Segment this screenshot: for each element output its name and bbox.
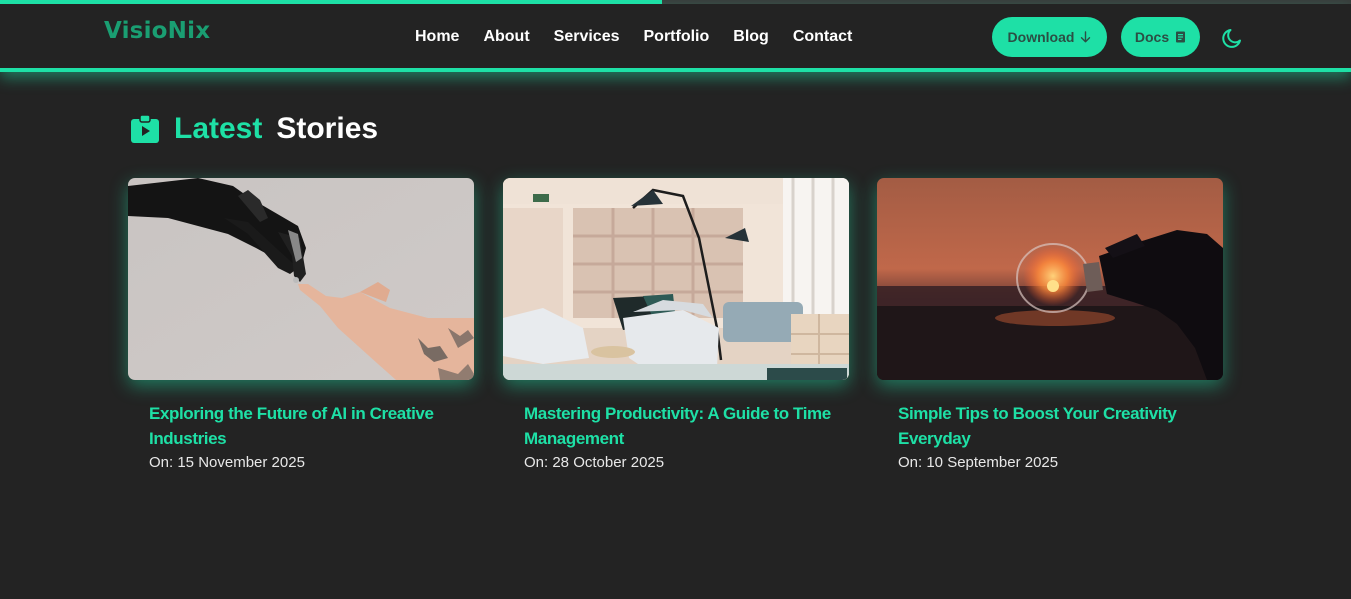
clipboard-icon bbox=[131, 114, 159, 143]
section-title: Latest Stories bbox=[130, 112, 378, 146]
brand-logo[interactable]: VisioNix bbox=[104, 18, 210, 44]
story-title[interactable]: Exploring the Future of AI in Creative I… bbox=[149, 401, 459, 451]
docs-button[interactable]: Docs bbox=[1121, 17, 1200, 57]
nav-link-blog[interactable]: Blog bbox=[733, 22, 769, 52]
story-card: Exploring the Future of AI in Creative I… bbox=[128, 178, 474, 473]
moon-icon bbox=[1222, 29, 1241, 48]
section-title-rest: Stories bbox=[276, 112, 379, 145]
main-nav: Home About Services Portfolio Blog Conta… bbox=[405, 22, 866, 52]
brand-logo-part1: Visio bbox=[104, 18, 168, 44]
document-icon bbox=[1176, 31, 1186, 43]
arrow-down-icon bbox=[1081, 31, 1091, 43]
story-date: On: 10 September 2025 bbox=[898, 454, 1059, 471]
theme-toggle-button[interactable] bbox=[1220, 26, 1244, 50]
story-title[interactable]: Simple Tips to Boost Your Creativity Eve… bbox=[898, 401, 1208, 451]
download-button-label: Download bbox=[1007, 29, 1075, 45]
section-title-highlight: Latest bbox=[174, 112, 263, 145]
story-image-office-lounge[interactable] bbox=[503, 178, 849, 380]
download-button[interactable]: Download bbox=[992, 17, 1107, 57]
story-date: On: 15 November 2025 bbox=[149, 454, 305, 471]
story-image-lightbulb-sunset[interactable] bbox=[877, 178, 1223, 380]
story-image-robot-hand[interactable] bbox=[128, 178, 474, 380]
nav-link-portfolio[interactable]: Portfolio bbox=[644, 22, 710, 52]
docs-button-label: Docs bbox=[1134, 29, 1170, 45]
nav-link-home[interactable]: Home bbox=[415, 22, 459, 52]
nav-link-about[interactable]: About bbox=[483, 22, 529, 52]
nav-link-services[interactable]: Services bbox=[554, 22, 620, 52]
story-date: On: 28 October 2025 bbox=[524, 454, 665, 471]
story-card: Simple Tips to Boost Your Creativity Eve… bbox=[877, 178, 1223, 473]
top-navbar: VisioNix Home About Services Portfolio B… bbox=[0, 4, 1351, 72]
story-title[interactable]: Mastering Productivity: A Guide to Time … bbox=[524, 401, 834, 451]
nav-link-contact[interactable]: Contact bbox=[793, 22, 853, 52]
story-card: Mastering Productivity: A Guide to Time … bbox=[503, 178, 849, 473]
brand-logo-part2: Nix bbox=[167, 18, 211, 44]
